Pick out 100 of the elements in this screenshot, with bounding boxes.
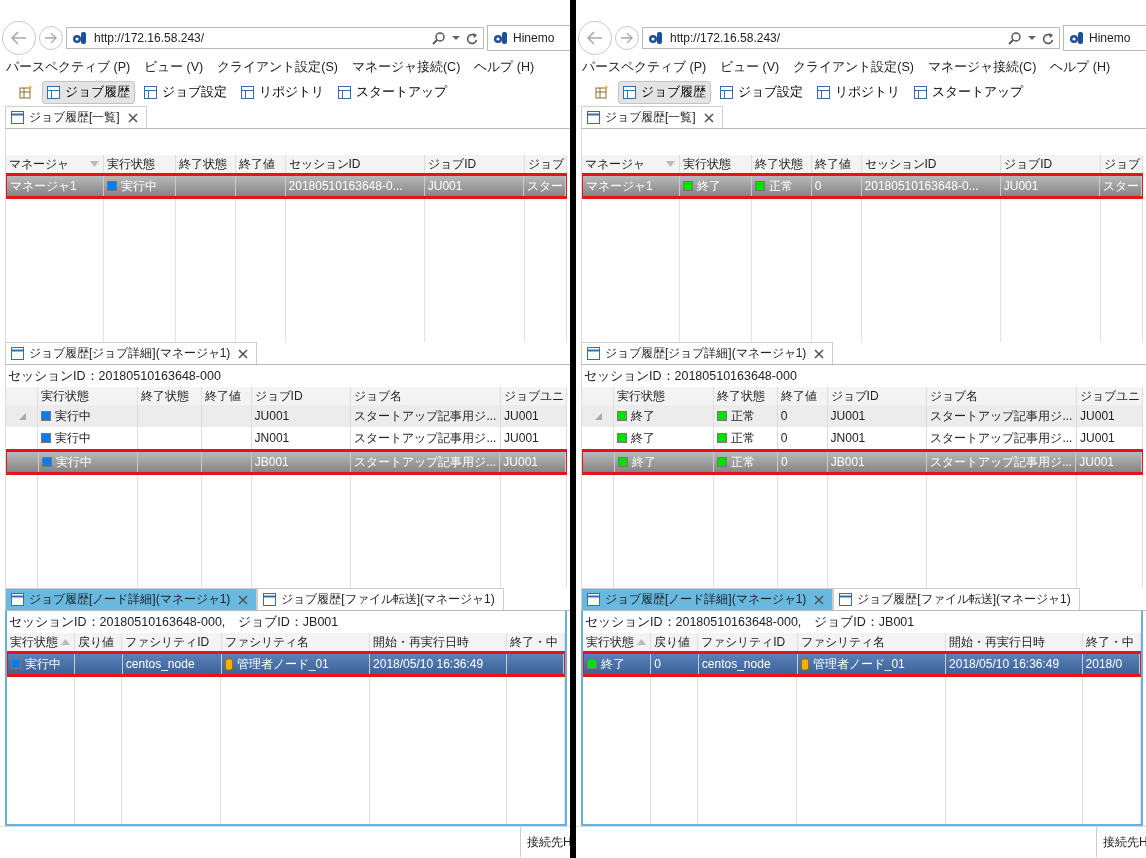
- refresh-icon[interactable]: [1042, 31, 1054, 45]
- window-icon: [263, 593, 277, 606]
- table-cell: JU001: [427, 179, 463, 193]
- table-cell: 実行中: [54, 407, 91, 425]
- menu-item[interactable]: ビュー (V): [720, 58, 780, 76]
- url-text: http://172.16.58.243/: [94, 31, 206, 45]
- table-icon: [338, 85, 351, 99]
- table-cell: 終了: [630, 429, 655, 447]
- perspective-button[interactable]: スタートアップ: [333, 80, 452, 104]
- cylinder-icon: [224, 657, 233, 671]
- caret-icon[interactable]: [452, 35, 460, 41]
- table-cell: 0: [780, 431, 788, 445]
- site-logo-icon: [493, 30, 509, 46]
- menu-item[interactable]: パースペクティブ (P): [6, 58, 131, 76]
- table-cell: スター: [1103, 177, 1140, 195]
- menu-item[interactable]: クライアント設定(S): [217, 58, 338, 76]
- table-cell: 0: [814, 179, 822, 193]
- table-row[interactable]: 終了 0 centos_node 管理者ノード_01 2018/05/10 16:36:49 2018/0: [583, 651, 1141, 677]
- table-cell: マネージャ1: [586, 177, 653, 195]
- view-tab[interactable]: ジョブ履歴[ファイル転送](マネージャ1): [833, 588, 1080, 610]
- menu-item[interactable]: ヘルプ (H): [1050, 58, 1111, 76]
- table-cell: マネージャ1: [10, 177, 77, 195]
- perspective-button[interactable]: リポジトリ: [812, 80, 905, 104]
- table-cell: JU001: [504, 409, 539, 423]
- table-cell: 2018/05/10 16:36:49: [373, 657, 484, 671]
- cylinder-icon: [800, 657, 809, 671]
- perspective-button[interactable]: スタートアップ: [909, 80, 1028, 104]
- browser-tab[interactable]: Hinemo: [1063, 25, 1146, 51]
- menu-item[interactable]: マネージャ接続(C): [351, 58, 461, 76]
- view-tab[interactable]: ジョブ履歴[ファイル転送](マネージャ1): [257, 588, 504, 610]
- perspective-button[interactable]: ジョブ履歴: [42, 80, 135, 104]
- table-icon: [914, 85, 927, 99]
- perspective-button[interactable]: ジョブ履歴: [618, 80, 711, 104]
- perspective-button[interactable]: リポジトリ: [236, 80, 329, 104]
- view-tab[interactable]: ジョブ履歴[ジョブ詳細](マネージャ1): [5, 342, 258, 364]
- caret-icon[interactable]: [1028, 35, 1036, 41]
- table-row[interactable]: 終了 正常 0 JU001 スタートアップ記事用ジ... JU001: [582, 405, 1143, 427]
- view-tab[interactable]: ジョブ履歴[一覧]: [5, 106, 147, 128]
- table-cell: スタートアップ記事用ジ...: [930, 453, 1073, 471]
- table-cell: 正常: [731, 453, 756, 471]
- table-row[interactable]: 実行中 centos_node 管理者ノード_01 2018/05/10 16:36:49: [7, 651, 565, 677]
- menu-item[interactable]: クライアント設定(S): [793, 58, 914, 76]
- table-cell: JU001: [830, 409, 866, 423]
- close-icon[interactable]: [814, 348, 825, 359]
- refresh-icon[interactable]: [466, 31, 478, 45]
- table-cell: 正常: [730, 407, 755, 425]
- window-icon: [587, 347, 600, 360]
- view-tab[interactable]: ジョブ履歴[ノード詳細](マネージャ1): [5, 588, 258, 610]
- search-icon[interactable]: [1008, 31, 1022, 45]
- table-icon: [241, 85, 254, 99]
- site-logo-icon: [1069, 30, 1085, 46]
- table-cell: 0: [780, 409, 788, 423]
- table-cell: centos_node: [701, 657, 771, 671]
- menu-item[interactable]: パースペクティブ (P): [582, 58, 707, 76]
- connection-status: 接続先H: [1096, 827, 1146, 857]
- table-cell: 2018/05/10 16:36:49: [949, 657, 1060, 671]
- table-cell: 管理者ノード_01: [236, 655, 329, 673]
- table-cell: 20180510163648-0...: [864, 179, 979, 193]
- browser-tab[interactable]: Hinemo: [487, 25, 570, 51]
- window-icon: [11, 347, 24, 360]
- view-tab[interactable]: ジョブ履歴[一覧]: [581, 106, 723, 128]
- address-bar[interactable]: http://172.16.58.243/: [66, 27, 484, 49]
- table-cell: JU001: [254, 409, 290, 423]
- forward-arrow-icon: [44, 32, 58, 44]
- table-row[interactable]: 実行中 JU001 スタートアップ記事用ジ... JU001: [6, 405, 567, 427]
- table-cell: スター: [527, 177, 564, 195]
- menu-item[interactable]: ビュー (V): [144, 58, 204, 76]
- forward-arrow-icon: [620, 32, 634, 44]
- close-icon[interactable]: [703, 112, 714, 123]
- view-tab[interactable]: ジョブ履歴[ジョブ詳細](マネージャ1): [581, 342, 834, 364]
- table-cell: スタートアップ記事用ジ...: [354, 429, 497, 447]
- address-bar[interactable]: http://172.16.58.243/: [642, 27, 1060, 49]
- table-cell: JN001: [830, 431, 866, 445]
- close-icon[interactable]: [238, 348, 249, 359]
- session-label: セッションID：20180510163648-000: [8, 367, 221, 385]
- search-icon[interactable]: [432, 31, 446, 45]
- table-cell: JB001: [830, 455, 865, 469]
- window-icon: [587, 593, 600, 606]
- close-icon[interactable]: [127, 112, 138, 123]
- table-star-icon: [595, 85, 609, 99]
- table-cell: JU001: [1080, 431, 1115, 445]
- table-cell: 正常: [730, 429, 755, 447]
- table-cell: スタートアップ記事用ジ...: [930, 407, 1073, 425]
- table-cell: スタートアップ記事用ジ...: [930, 429, 1073, 447]
- close-icon[interactable]: [814, 594, 825, 605]
- table-cell: 実行中: [25, 655, 61, 673]
- menu-item[interactable]: ヘルプ (H): [474, 58, 535, 76]
- session-label: セッションID：20180510163648-000, ジョブID：JB001: [585, 613, 915, 631]
- view-tab[interactable]: ジョブ履歴[ノード詳細](マネージャ1): [581, 588, 834, 610]
- perspective-button[interactable]: ジョブ設定: [715, 80, 808, 104]
- close-icon[interactable]: [238, 594, 249, 605]
- window-icon: [839, 593, 853, 606]
- menu-item[interactable]: マネージャ接続(C): [927, 58, 1037, 76]
- table-cell: 終了: [630, 407, 655, 425]
- table-cell: 20180510163648-0...: [288, 179, 403, 193]
- table-cell: 0: [781, 455, 788, 469]
- perspective-button[interactable]: ジョブ設定: [139, 80, 232, 104]
- table-cell: JU001: [1003, 179, 1039, 193]
- table-icon: [144, 85, 157, 99]
- table-icon: [623, 85, 636, 99]
